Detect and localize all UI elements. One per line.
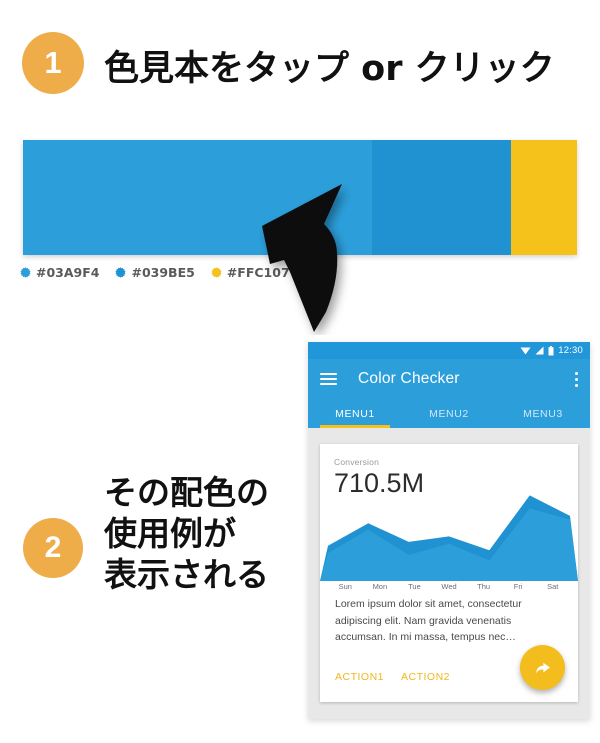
step-2-number: 2 [44, 531, 62, 564]
axis-tick: Tue [408, 582, 421, 591]
metric-label: Conversion [334, 457, 379, 467]
step-2-heading: その配色の 使用例が 表示される [104, 472, 269, 595]
tab-bar: MENU1 MENU2 MENU3 [308, 399, 590, 428]
action1-button[interactable]: ACTION1 [335, 671, 384, 683]
active-tab-indicator [320, 425, 390, 428]
signal-icon [535, 346, 544, 355]
chart-x-axis: Sun Mon Tue Wed Thu Fri Sat [320, 582, 578, 591]
battery-icon [548, 345, 554, 355]
floating-action-button[interactable] [520, 645, 565, 690]
tab-menu2[interactable]: MENU2 [402, 399, 496, 428]
wifi-icon [520, 347, 531, 355]
area-chart-svg [320, 495, 578, 581]
swatch-label: #039BE5 [131, 265, 195, 280]
axis-tick: Thu [477, 582, 491, 591]
overflow-menu-icon[interactable] [574, 371, 578, 387]
swatch-label: #03A9F4 [36, 265, 100, 280]
app-title: Color Checker [358, 370, 460, 387]
gear-dot-icon [211, 267, 222, 278]
swatch-item[interactable]: #039BE5 [115, 265, 195, 280]
step-2-line-1: その配色の [104, 473, 269, 512]
gear-dot-icon [20, 267, 31, 278]
status-bar-time: 12:30 [558, 345, 583, 356]
card-body-text: Lorem ipsum dolor sit amet, consectetur … [335, 598, 522, 643]
card-actions: ACTION1 ACTION2 [335, 671, 450, 683]
step-1-heading: 色見本をタップ or クリック [104, 49, 555, 89]
phone-mockup: 12:30 Color Checker MENU1 MENU2 MENU3 Co… [308, 342, 590, 719]
content-card: Conversion 710.5M Sun Mon Tue Wed Thu Fr… [320, 444, 578, 702]
swatch-item[interactable]: #03A9F4 [20, 265, 99, 280]
status-bar: 12:30 [308, 342, 590, 359]
axis-tick: Fri [513, 582, 523, 591]
app-bar: Color Checker [308, 359, 590, 399]
step-1-number: 1 [44, 45, 62, 80]
step-2-line-2: 使用例が [104, 514, 236, 553]
gear-dot-icon [115, 267, 127, 278]
share-arrow-icon [536, 662, 550, 674]
axis-tick: Sun [338, 582, 352, 591]
step-2-badge: 2 [23, 518, 83, 578]
color-segment-2[interactable] [372, 140, 511, 255]
page-root: 1 色見本をタップ or クリック #03A9F4 #039BE5 #FFC10… [0, 0, 600, 743]
axis-tick: Sat [547, 582, 559, 591]
step-2-line-3: 表示される [104, 555, 269, 594]
area-chart [320, 488, 578, 581]
action2-button[interactable]: ACTION2 [401, 671, 450, 683]
chart-series-front [320, 508, 578, 581]
axis-tick: Mon [372, 582, 388, 591]
color-segment-3[interactable] [510, 140, 577, 255]
tab-menu1[interactable]: MENU1 [308, 399, 402, 428]
mouse-cursor-arrow-icon [262, 184, 342, 332]
tab-menu3[interactable]: MENU3 [496, 399, 590, 428]
step-1-badge: 1 [22, 32, 84, 94]
axis-tick: Wed [441, 582, 457, 591]
hamburger-menu-icon[interactable] [320, 373, 337, 385]
